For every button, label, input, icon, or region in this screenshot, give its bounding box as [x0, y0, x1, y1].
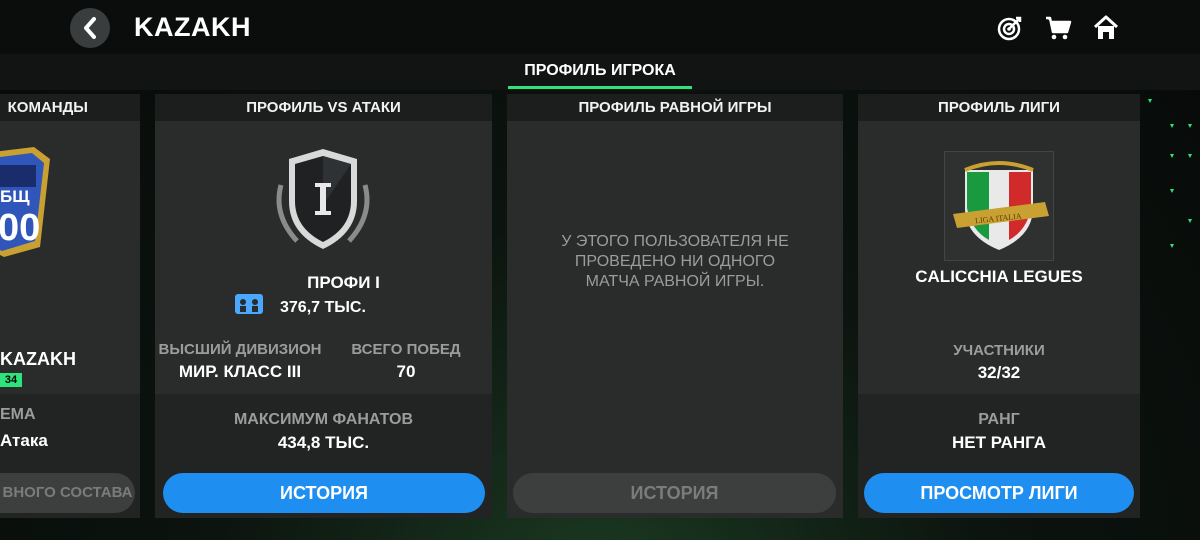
badge-number: 00 [0, 207, 41, 249]
top-division-value: МИР. КЛАСС III [178, 362, 302, 381]
fans-count: 376,7 ТЫС. [280, 299, 366, 316]
tab-active-indicator [508, 86, 692, 89]
rank-shield-icon [276, 149, 370, 249]
total-wins-value: 70 [396, 362, 416, 381]
fans-icon [235, 294, 263, 314]
cart-icon [1046, 16, 1072, 40]
rank-label: РАНГ [978, 411, 1020, 428]
no-matches-message: У ЭТОГО ПОЛЬЗОВАТЕЛЯ НЕ ПРОВЕДЕНО НИ ОДН… [561, 233, 789, 290]
store-button[interactable] [1042, 12, 1074, 44]
decorative-arrows [1148, 99, 1192, 248]
rank-name: ПРОФИ I [307, 273, 380, 292]
panel-heading: ПРОФИЛЬ ЛИГИ [858, 94, 1140, 121]
home-icon [1093, 15, 1119, 39]
vs-attack-profile-panel: ПРОФИЛЬ VS АТАКИ ПРОФИ I 376,7 ТЫС. ВЫСШ… [155, 94, 492, 518]
page-title: KAZAKH [134, 12, 251, 42]
scheme-value: Атака [0, 431, 48, 450]
max-fans-value: 434,8 ТЫС. [277, 433, 370, 452]
top-division-label: ВЫСШИЙ ДИВИЗИОН [158, 341, 322, 358]
members-value: 32/32 [977, 363, 1021, 382]
team-name: KAZAKH [0, 349, 76, 369]
max-fans-label: МАКСИМУМ ФАНАТОВ [233, 411, 414, 428]
rank-value: НЕТ РАНГА [952, 433, 1046, 452]
equal-game-profile-panel: ПРОФИЛЬ РАВНОЙ ИГРЫ У ЭТОГО ПОЛЬЗОВАТЕЛЯ… [507, 94, 843, 518]
league-profile-panel: ПРОФИЛЬ ЛИГИ LIGA ITALIA CALICCHIA LEGUE… [858, 94, 1140, 518]
top-bar: KAZAKH [0, 0, 1200, 54]
league-name: CALICCHIA LEGUES [915, 267, 1083, 286]
lineup-button[interactable]: ВНОГО СОСТАВА [0, 473, 135, 513]
scheme-label: ЕМА [0, 406, 36, 423]
badge-label: БЩ [0, 187, 30, 206]
objectives-button[interactable] [994, 12, 1026, 44]
team-profile-panel: КОМАНДЫ БЩ 00 KAZAKH 34 ЕМА Атака ВНОГО … [0, 94, 140, 518]
total-wins-label: ВСЕГО ПОБЕД [351, 341, 461, 358]
members-label: УЧАСТНИКИ [953, 342, 1045, 359]
league-logo: LIGA ITALIA [944, 151, 1054, 261]
panel-heading: КОМАНДЫ [0, 94, 140, 121]
target-icon [997, 16, 1022, 41]
view-league-button[interactable]: ПРОСМОТР ЛИГИ [864, 473, 1134, 513]
back-button[interactable] [70, 8, 110, 48]
tab-bar: ПРОФИЛЬ ИГРОКА [0, 54, 1200, 90]
panel-heading: ПРОФИЛЬ VS АТАКИ [155, 94, 492, 121]
equal-game-history-button[interactable]: ИСТОРИЯ [513, 473, 836, 513]
league-crest-icon [953, 161, 1049, 250]
chevron-left-icon [84, 17, 96, 39]
vs-attack-history-button[interactable]: ИСТОРИЯ [163, 473, 485, 513]
home-button[interactable] [1090, 12, 1122, 44]
panel-heading: ПРОФИЛЬ РАВНОЙ ИГРЫ [507, 94, 843, 121]
tab-player-profile[interactable]: ПРОФИЛЬ ИГРОКА [508, 62, 692, 80]
level-badge: 34 [0, 373, 22, 387]
